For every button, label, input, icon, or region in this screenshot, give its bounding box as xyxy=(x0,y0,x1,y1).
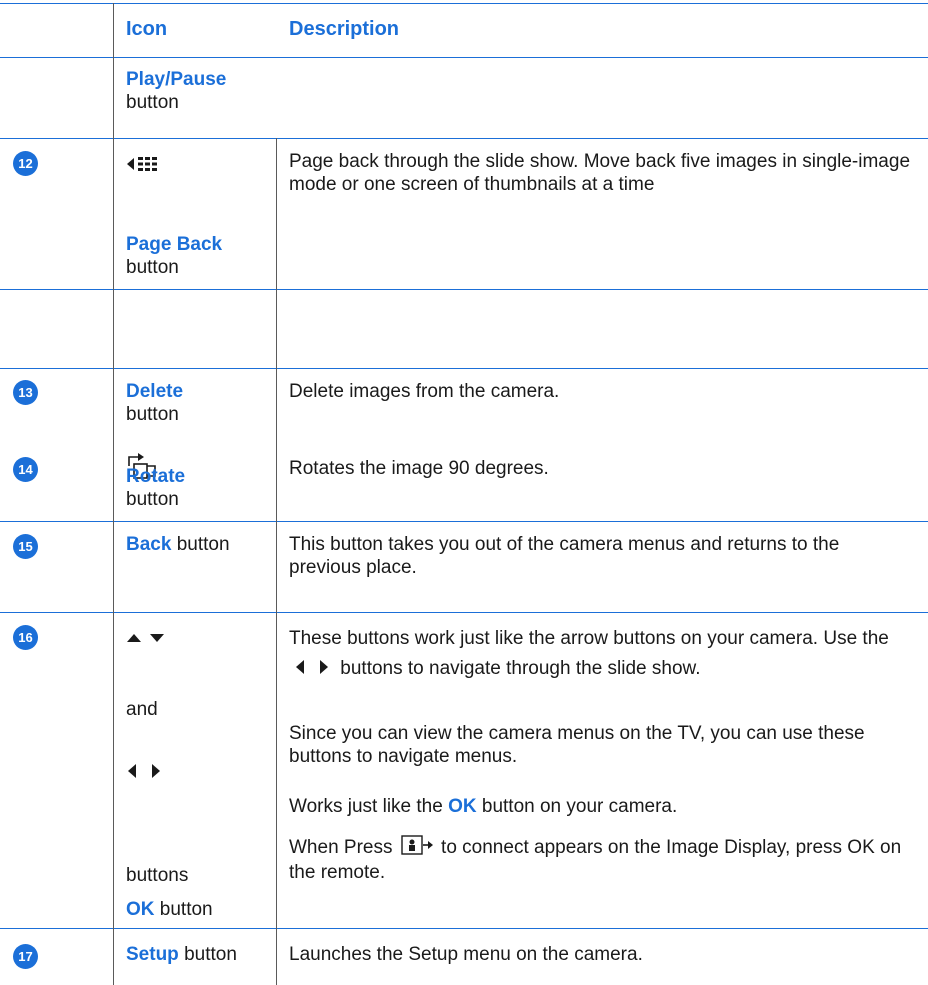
page-back-icon xyxy=(127,154,161,179)
button-name: Page Back xyxy=(126,234,223,255)
button-suffix: button xyxy=(126,257,179,278)
table-row-play-pause: Play/Pause button xyxy=(126,68,226,114)
description-text: buttons to navigate through the slide sh… xyxy=(340,658,701,680)
button-name: Play/Pause xyxy=(126,69,227,90)
description-text: button on your camera. xyxy=(481,796,678,817)
right-arrow-icon xyxy=(151,764,161,783)
label-and: and xyxy=(126,699,158,720)
button-suffix: button xyxy=(126,489,179,510)
table-row-page-back-label: Page Back button xyxy=(126,233,222,279)
table-row-delete-label: Delete button xyxy=(126,380,183,426)
button-suffix: button xyxy=(184,944,237,965)
button-suffix: button xyxy=(126,404,179,425)
button-suffix: button xyxy=(176,534,230,555)
left-arrow-icon xyxy=(127,764,137,783)
connect-icon xyxy=(401,835,433,861)
row-number-badge: 17 xyxy=(13,944,38,969)
table-row-setup-label: Setup button xyxy=(126,943,237,966)
row-description: Rotates the image 90 degrees. xyxy=(289,458,549,479)
button-suffix: button xyxy=(159,899,213,920)
table-top-rule xyxy=(0,3,928,4)
button-name: Rotate xyxy=(126,466,186,487)
label-buttons: buttons xyxy=(126,865,189,886)
row-rule xyxy=(0,138,928,139)
row-rule xyxy=(0,612,928,613)
column-divider xyxy=(276,138,277,985)
column-header-description: Description xyxy=(289,18,400,40)
table-row-rotate-label: Rotate button xyxy=(126,465,185,511)
row-rule xyxy=(0,521,928,522)
column-divider xyxy=(113,3,114,985)
row-description-ok: Works just like the OK button on your ca… xyxy=(289,795,914,818)
row-rule xyxy=(0,289,928,290)
row-description: This button takes you out of the camera … xyxy=(289,534,840,578)
column-header-icon: Icon xyxy=(126,18,168,40)
row-description-connect: When Press to connect appears on the Ima… xyxy=(289,835,914,884)
row-number-badge: 15 xyxy=(13,534,38,559)
row-number-badge: 13 xyxy=(13,380,38,405)
row-number-badge: 14 xyxy=(13,457,38,482)
description-text: Works just like the xyxy=(289,796,443,817)
row-number-badge: 12 xyxy=(13,151,38,176)
button-name: OK xyxy=(126,899,155,920)
button-suffix: button xyxy=(126,92,179,113)
table-row-back-label: Back button xyxy=(126,533,230,556)
row-description: Page back through the slide show. Move b… xyxy=(289,151,911,195)
row-description: Since you can view the camera menus on t… xyxy=(289,723,865,767)
remote-control-table: Icon Description Play/Pause button 12 Pa… xyxy=(0,0,928,985)
button-name: Delete xyxy=(126,381,184,402)
row-description-arrows: These buttons work just like the arrow b… xyxy=(289,624,914,684)
up-arrow-icon xyxy=(127,630,141,648)
header-rule xyxy=(0,57,928,58)
left-right-arrows-icon xyxy=(295,654,329,684)
row-number-badge: 16 xyxy=(13,625,38,650)
row-rule xyxy=(0,368,928,369)
ok-inline: OK xyxy=(448,796,477,817)
button-name: Back xyxy=(126,534,172,555)
row-description: Delete images from the camera. xyxy=(289,381,560,402)
description-text: When Press xyxy=(289,837,393,859)
button-name: Setup xyxy=(126,944,179,965)
down-arrow-icon xyxy=(150,630,164,648)
row-rule xyxy=(0,928,928,929)
row-description: Launches the Setup menu on the camera. xyxy=(289,944,643,965)
description-text: These buttons work just like the arrow b… xyxy=(289,628,889,649)
table-row-ok-label: OK button xyxy=(126,898,213,921)
